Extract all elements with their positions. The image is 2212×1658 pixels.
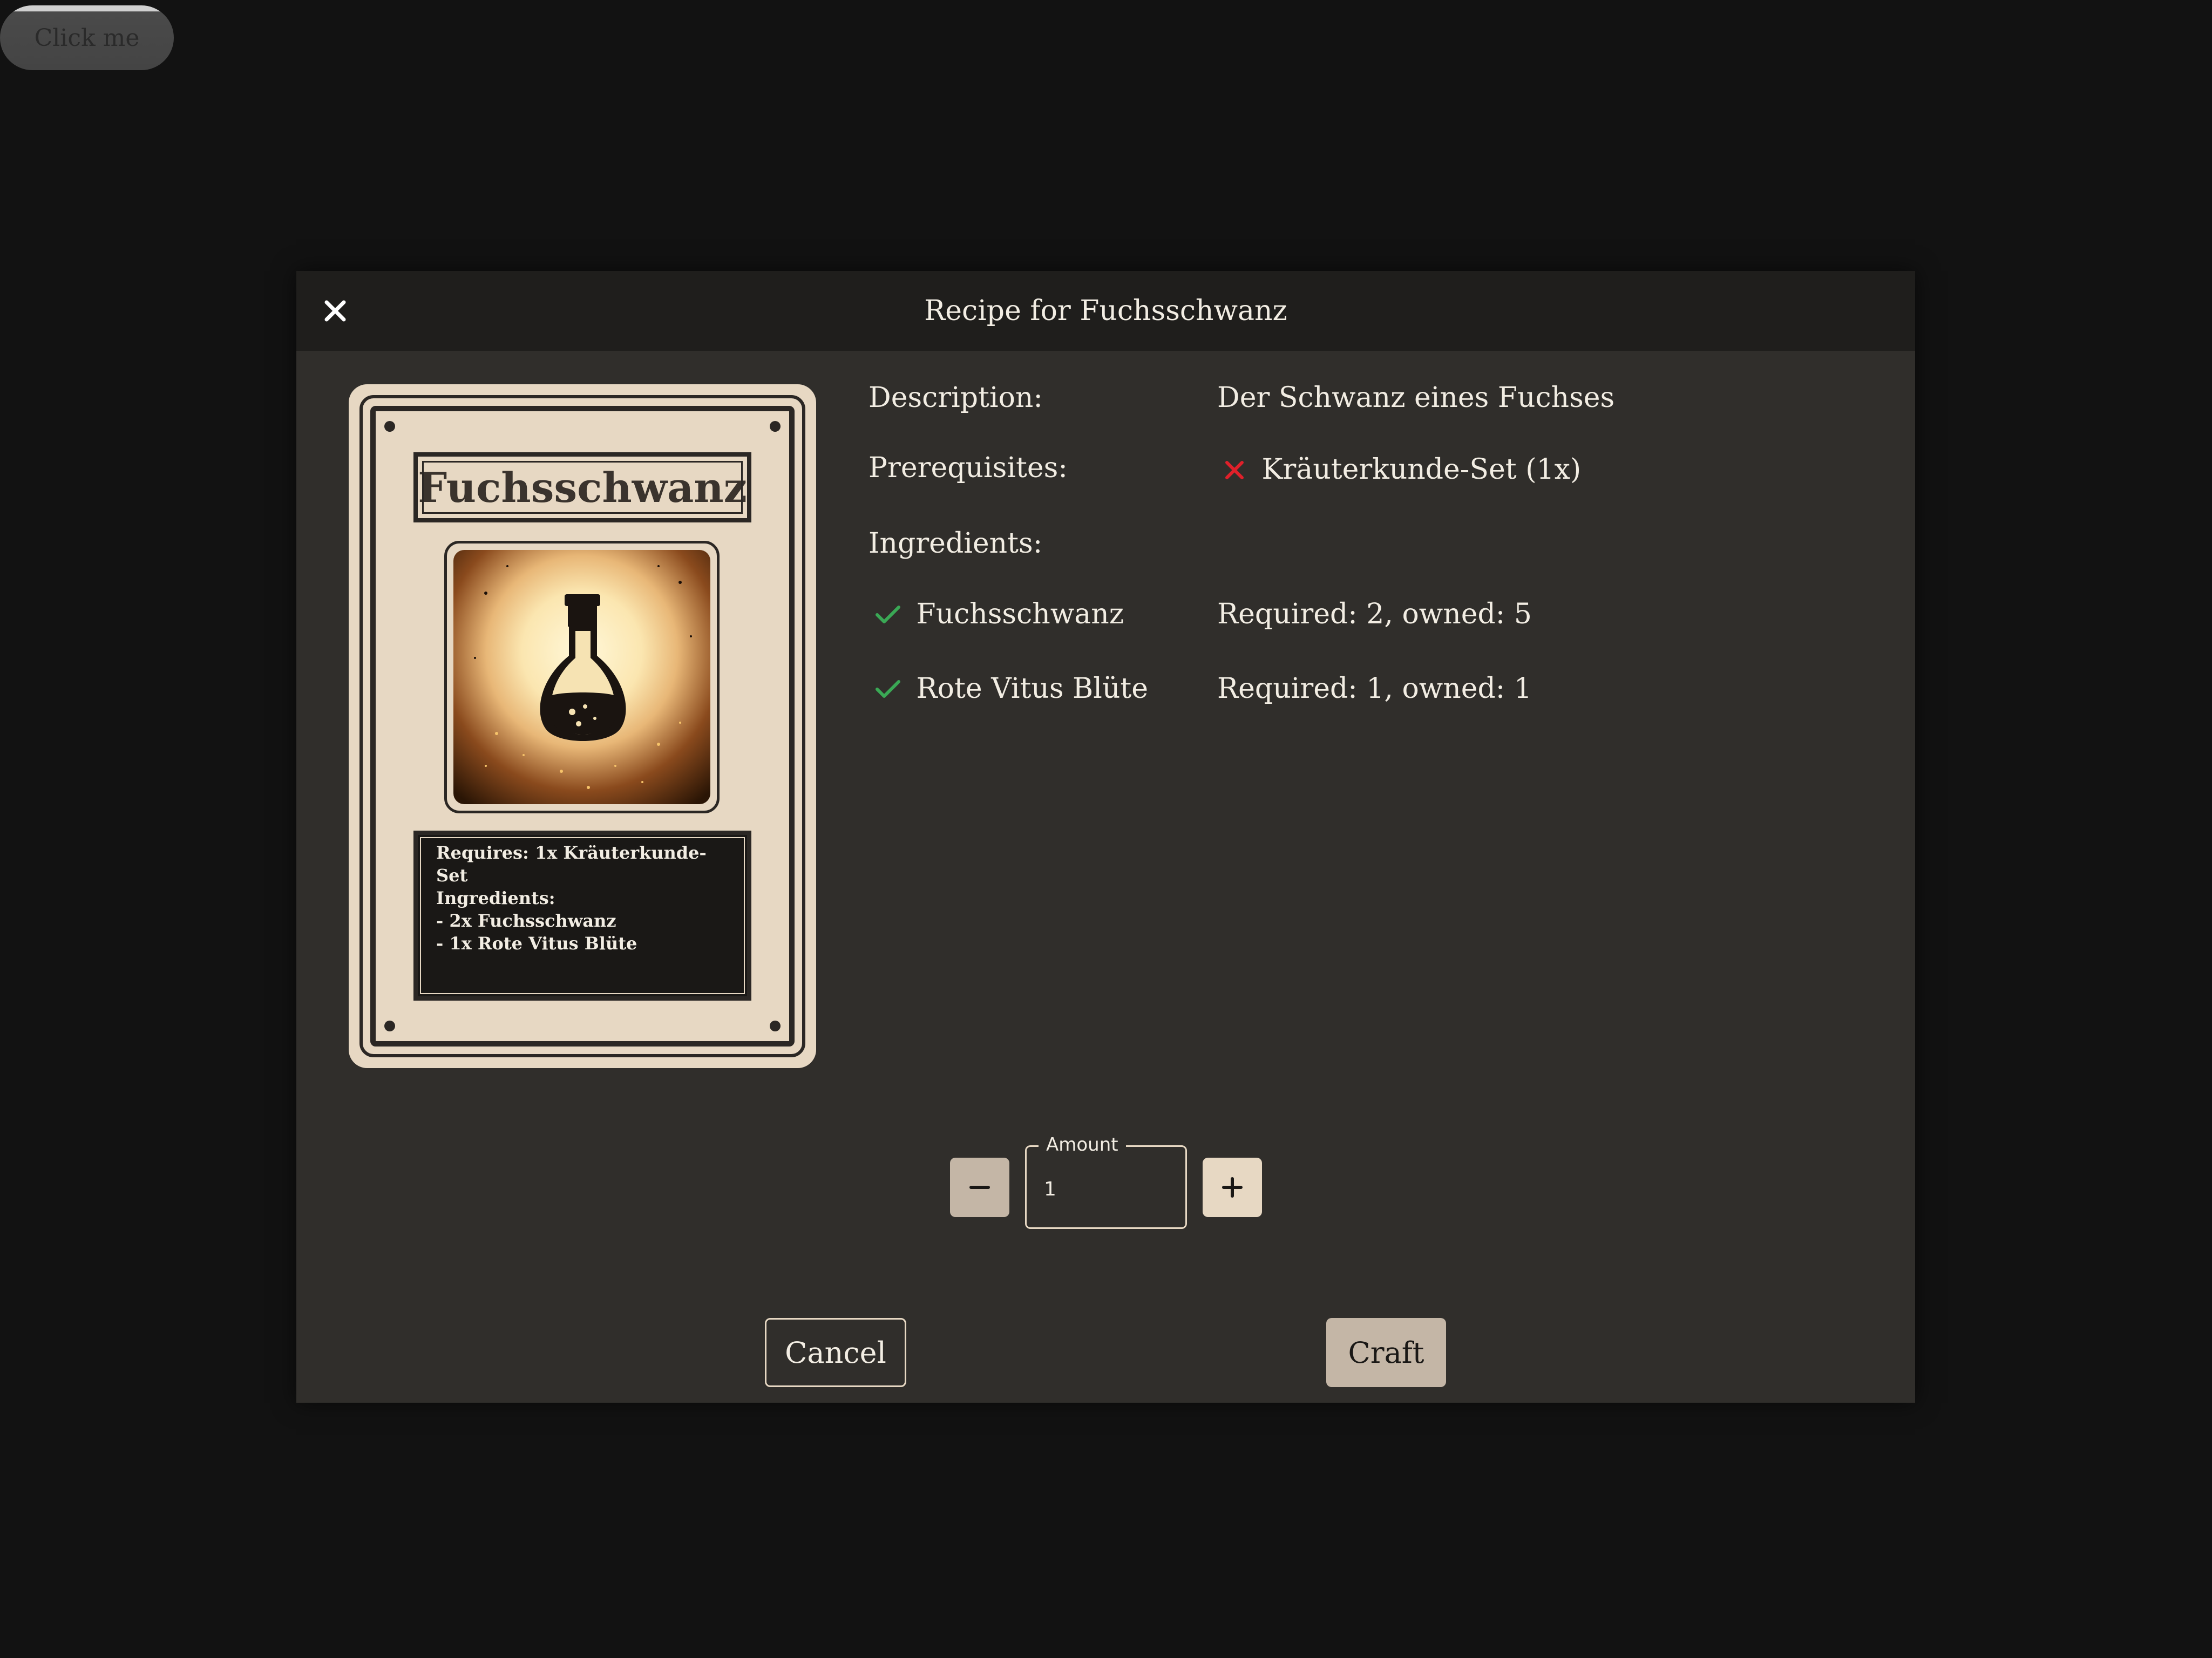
description-value: Der Schwanz eines Fuchses — [1217, 382, 1615, 414]
ingredient-name: Rote Vitus Blüte — [916, 672, 1149, 705]
dialog-title: Recipe for Fuchsschwanz — [924, 295, 1287, 327]
prerequisite-item: Kräuterkunde-Set (1x) — [1224, 453, 1581, 488]
ingredient-item: Rote Vitus Blüte — [875, 672, 1148, 707]
amount-field[interactable]: Amount — [1025, 1134, 1187, 1229]
increment-button[interactable] — [1203, 1158, 1262, 1217]
ingredient-name: Fuchsschwanz — [916, 598, 1124, 630]
card-text-line: Ingredients: — [436, 888, 555, 908]
craft-button[interactable]: Craft — [1326, 1318, 1446, 1387]
check-icon — [875, 600, 901, 633]
click-me-button[interactable]: Click me — [0, 5, 174, 70]
prerequisites-label: Prerequisites: — [868, 452, 1068, 484]
potion-bottle-icon — [540, 594, 626, 741]
prerequisite-name: Kräuterkunde-Set (1x) — [1261, 453, 1582, 486]
card-name: Fuchsschwanz — [413, 452, 751, 522]
ingredients-label: Ingredients: — [868, 527, 1043, 560]
ingredient-item: Fuchsschwanz — [875, 598, 1124, 633]
close-icon[interactable] — [318, 294, 352, 328]
card-text-line: Requires: 1x Kräuterkunde-Set — [436, 842, 707, 886]
card-description-box: Requires: 1x Kräuterkunde-Set Ingredient… — [413, 831, 751, 1001]
corner-ornament — [384, 1021, 395, 1031]
recipe-card: Fuchsschwanz Requires: 1x Kräuterkunde-S… — [349, 384, 816, 1068]
minus-icon — [969, 1186, 990, 1189]
dialog-header: Recipe for Fuchsschwanz — [296, 271, 1915, 351]
recipe-dialog: Recipe for Fuchsschwanz Fuchsschwanz Req… — [296, 271, 1915, 1403]
corner-ornament — [384, 421, 395, 432]
card-artwork — [444, 541, 720, 813]
ingredient-status: Required: 2, owned: 5 — [1217, 598, 1532, 630]
ingredient-status: Required: 1, owned: 1 — [1217, 672, 1532, 705]
potion-illustration — [453, 550, 710, 804]
plus-icon — [1222, 1177, 1243, 1198]
cancel-button[interactable]: Cancel — [765, 1318, 906, 1387]
decrement-button[interactable] — [950, 1158, 1009, 1217]
amount-input[interactable] — [1043, 1171, 1175, 1207]
amount-label: Amount — [1039, 1134, 1126, 1156]
card-text-line: - 2x Fuchsschwanz — [436, 910, 616, 931]
description-label: Description: — [868, 382, 1043, 414]
cross-icon — [1224, 456, 1245, 488]
check-icon — [875, 675, 901, 707]
card-text-line: - 1x Rote Vitus Blüte — [436, 933, 637, 954]
corner-ornament — [770, 421, 781, 432]
corner-ornament — [770, 1021, 781, 1031]
